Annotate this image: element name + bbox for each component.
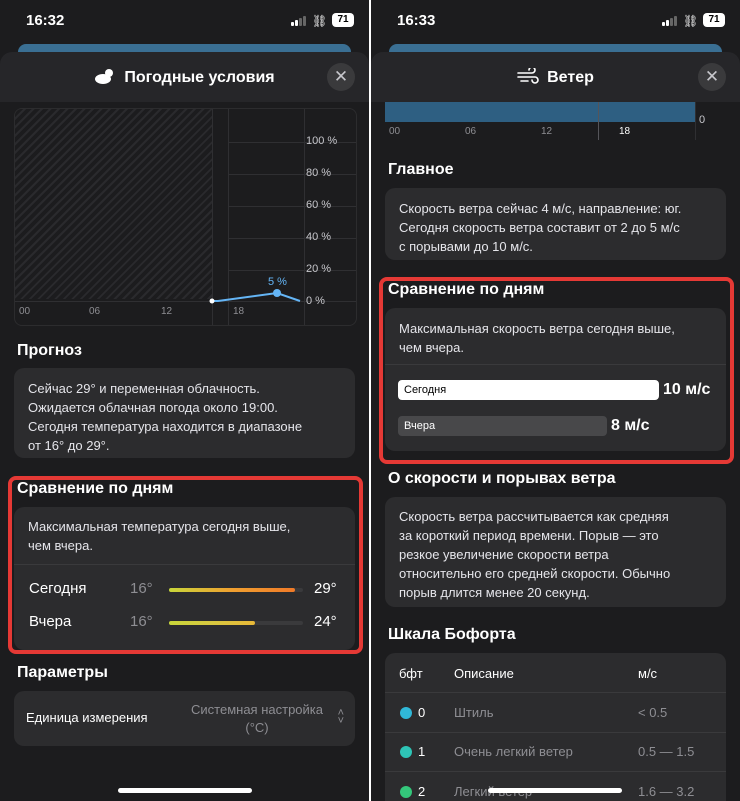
wind-chart-area [385, 100, 695, 122]
beaufort-number: 1 [418, 744, 426, 759]
about-line: за короткий период времени. Порыв — это [399, 528, 659, 543]
sheet-header: Ветер ✕ [371, 52, 740, 102]
about-line: Скорость ветра рассчитывается как средня… [399, 509, 669, 524]
about-card: Скорость ветра рассчитывается как средня… [385, 497, 726, 607]
about-text: Скорость ветра рассчитывается как средня… [399, 507, 670, 602]
highlight-box [379, 277, 734, 464]
units-setting-row[interactable]: Единица измерения Системная настройка (°… [14, 691, 355, 746]
sheet-title: Ветер [371, 66, 740, 89]
cloud-sun-icon [94, 68, 116, 89]
beaufort-color-dot [400, 746, 412, 758]
status-time: 16:32 [26, 12, 65, 29]
beaufort-description: Штиль [454, 705, 494, 720]
about-line: резкое увеличение скорости ветра [399, 547, 609, 562]
x-axis-label: 06 [465, 126, 477, 137]
units-value-line: (°С) [245, 720, 269, 735]
units-value: Системная настройка (°С) [191, 701, 323, 737]
main-line: с порывами до 10 м/с. [399, 239, 533, 254]
close-button[interactable]: ✕ [698, 63, 726, 91]
beaufort-heading: Шкала Бофорта [388, 626, 516, 643]
precipitation-chart: 100 % 80 % 60 % 40 % 20 % 0 % 00 06 12 1… [14, 108, 357, 326]
main-line: Сегодня скорость ветра составит от 2 до … [399, 220, 680, 235]
wind-screen: 16:33 ⛓ 71 00 06 12 18 0 Ветер ✕ Главное… [371, 0, 740, 801]
x-axis-label: 18 [619, 126, 631, 137]
main-card: Скорость ветра сейчас 4 м/с, направление… [385, 188, 726, 260]
x-axis-label: 00 [389, 126, 401, 137]
forecast-line: Ожидается облачная погода около 19:00. [28, 400, 278, 415]
main-line: Скорость ветра сейчас 4 м/с, направление… [399, 201, 682, 216]
beaufort-table: бфт Описание м/с 0 Штиль < 0.5 1 Очень л… [385, 653, 726, 801]
beaufort-description: Очень легкий ветер [454, 744, 573, 759]
forecast-line: Сегодня температура находится в диапазон… [28, 419, 303, 434]
y-axis-label: 0 [699, 114, 706, 126]
column-header: Описание [454, 666, 514, 681]
chevron-updown-icon: ˄ ˅ [337, 707, 344, 727]
sheet-header: Погодные условия ✕ [0, 52, 369, 102]
battery-icon: 71 [703, 13, 725, 27]
forecast-line: от 16° до 29°. [28, 438, 110, 453]
beaufort-speed: 1.6 — 3.2 [638, 784, 695, 799]
about-heading: О скорости и порывах ветра [388, 470, 616, 487]
forecast-heading: Прогноз [17, 342, 82, 359]
forecast-line: Сейчас 29° и переменная облачность. [28, 381, 260, 396]
sheet-title: Погодные условия [0, 68, 369, 89]
main-heading: Главное [388, 161, 454, 178]
status-bar: 16:32 ⛓ 71 [0, 0, 369, 44]
units-label: Единица измерения [26, 710, 148, 725]
beaufort-color-dot [400, 786, 412, 798]
main-text: Скорость ветра сейчас 4 м/с, направление… [399, 199, 681, 256]
home-indicator [488, 788, 622, 793]
highlight-box [8, 476, 363, 654]
about-line: порыв длится менее 20 секунд. [399, 585, 590, 600]
forecast-text: Сейчас 29° и переменная облачность. Ожид… [28, 379, 302, 455]
forecast-card: Сейчас 29° и переменная облачность. Ожид… [14, 368, 355, 458]
x-axis-label: 12 [541, 126, 553, 137]
beaufort-number: 2 [418, 784, 426, 799]
column-header: бфт [399, 666, 423, 681]
precipitation-line [209, 289, 301, 304]
battery-icon: 71 [332, 13, 354, 27]
sheet-title-text: Погодные условия [124, 69, 275, 86]
beaufort-speed: < 0.5 [638, 705, 668, 720]
column-header: м/с [638, 666, 658, 681]
divider [385, 692, 726, 693]
link-icon: ⛓ [683, 14, 699, 28]
divider [385, 732, 726, 733]
point-label: 5 % [268, 276, 287, 288]
beaufort-speed: 0.5 — 1.5 [638, 744, 695, 759]
wind-icon [517, 66, 539, 89]
status-bar: 16:33 ⛓ 71 [371, 0, 740, 44]
home-indicator [118, 788, 252, 793]
divider [385, 771, 726, 772]
signal-icon [291, 15, 307, 26]
weather-conditions-screen: 16:32 ⛓ 71 Погодные условия ✕ 100 % 80 %… [0, 0, 369, 801]
status-time: 16:33 [397, 12, 436, 29]
beaufort-color-dot [400, 707, 412, 719]
close-button[interactable]: ✕ [327, 63, 355, 91]
about-line: относительно его средней скорости. Обычн… [399, 566, 671, 581]
link-icon: ⛓ [312, 14, 328, 28]
signal-icon [662, 15, 678, 26]
beaufort-number: 0 [418, 705, 426, 720]
units-value-line: Системная настройка [191, 702, 323, 717]
sheet-title-text: Ветер [547, 69, 594, 86]
params-heading: Параметры [17, 664, 108, 681]
